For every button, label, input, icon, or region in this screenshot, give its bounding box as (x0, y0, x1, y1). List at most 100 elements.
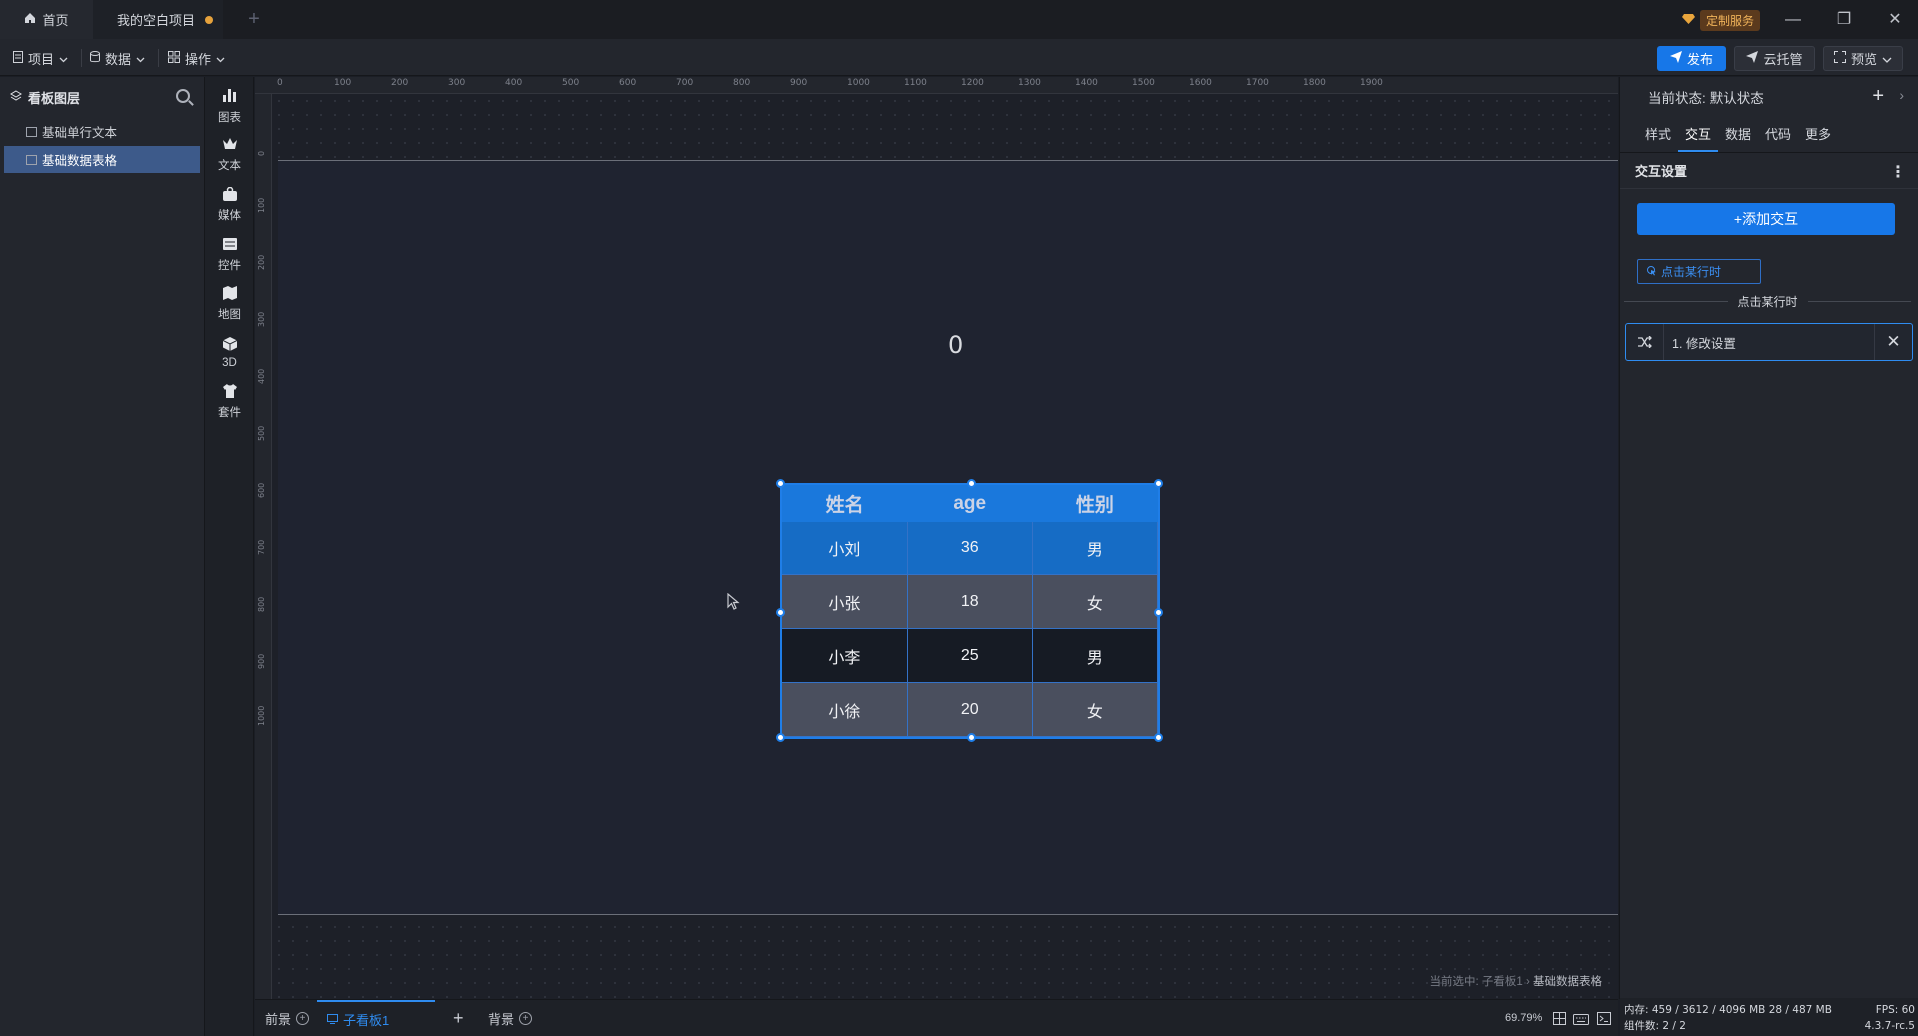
resize-handle-sw[interactable] (776, 733, 785, 742)
rail-item-3d[interactable]: 3D (205, 331, 254, 375)
rail-item-text[interactable]: 文本 (205, 133, 254, 177)
ruler-tick-label: 0 (257, 150, 266, 156)
ruler-tick-label: 400 (505, 78, 523, 88)
action-item[interactable]: 1. 修改设置 ✕ (1625, 323, 1913, 361)
table-row[interactable]: 小张 18 女 (782, 574, 1159, 630)
cloud-hosting-button[interactable]: 云托管 (1734, 46, 1815, 71)
rail-item-label: 地图 (218, 309, 241, 321)
new-tab-button[interactable]: + (240, 0, 268, 39)
data-table[interactable]: 姓名 age 性别 小刘 36 男 小张 18 女 小李 25 男 小徐 20 … (776, 479, 1163, 742)
tab-sub-board[interactable]: 子看板1 (317, 1000, 435, 1036)
component-count: 组件数: 2 / 2 (1624, 1020, 1686, 1032)
publish-button[interactable]: 发布 (1657, 46, 1726, 71)
table-row[interactable]: 小李 25 男 (782, 628, 1159, 684)
resize-handle-ne[interactable] (1154, 479, 1163, 488)
minimize-button[interactable]: — (1782, 9, 1804, 31)
state-label: 当前状态: (1648, 91, 1706, 106)
component-rail: 图表 文本 媒体 控件 地图 3D 套件 (205, 77, 254, 1036)
ruler-tick-label: 800 (257, 596, 266, 612)
ruler-tick-label: 1700 (1246, 78, 1269, 88)
chevron-down-icon[interactable] (1882, 51, 1892, 66)
table-row[interactable]: 小徐 20 女 (782, 682, 1159, 737)
tab-project[interactable]: 我的空白项目 (93, 0, 223, 39)
tab-interaction[interactable]: 交互 (1678, 117, 1718, 152)
table-cell: 男 (1032, 628, 1159, 684)
rail-item-chart[interactable]: 图表 (205, 84, 254, 128)
resize-handle-w[interactable] (776, 608, 785, 617)
preview-button[interactable]: 预览 (1823, 46, 1903, 71)
restore-button[interactable]: ❐ (1833, 9, 1855, 31)
more-options-icon[interactable]: ⋮ (1890, 162, 1906, 182)
menu-divider (158, 49, 160, 67)
resize-handle-e[interactable] (1154, 608, 1163, 617)
menu-data-label: 数据 (105, 51, 132, 67)
resize-handle-s[interactable] (967, 733, 976, 742)
table-row[interactable]: 小刘 36 男 (782, 522, 1159, 576)
zoom-level[interactable]: 69.79% (1505, 1012, 1542, 1024)
keyboard-icon[interactable] (1573, 1013, 1589, 1028)
rail-item-media[interactable]: 媒体 (205, 183, 254, 227)
trigger-chip[interactable]: 点击某行时 (1637, 259, 1761, 284)
tab-foreground[interactable]: 前景 + (265, 1000, 310, 1036)
layer-item-data-table[interactable]: 基础数据表格 (4, 146, 200, 173)
ruler-tick-label: 100 (334, 78, 352, 88)
ruler-tick-label: 1400 (1075, 78, 1098, 88)
menu-data[interactable]: 数据 (90, 47, 160, 69)
rail-item-kit[interactable]: 套件 (205, 380, 254, 424)
board-surface[interactable]: 0 姓名 age 性别 小刘 36 男 小张 18 女 小李 25 男 小徐 2… (278, 160, 1618, 915)
layers-panel: 看板图层 基础单行文本 基础数据表格 (0, 77, 205, 1036)
tab-background-label: 背景 (488, 1012, 515, 1027)
ruler-tick-label: 1900 (1360, 78, 1383, 88)
selection-target[interactable]: 基础数据表格 (1533, 976, 1602, 988)
shuffle-icon (1626, 324, 1664, 360)
rail-item-label: 3D (222, 357, 237, 369)
property-tabs: 样式 交互 数据 代码 更多 (1620, 117, 1918, 153)
ruler-tick-label: 700 (676, 78, 694, 88)
state-value[interactable]: 默认状态 (1710, 87, 1764, 107)
custom-service-button[interactable]: 定制服务 (1682, 9, 1761, 31)
resize-handle-n[interactable] (967, 479, 976, 488)
layers-icon (10, 89, 22, 105)
ruler-tick-label: 1300 (1018, 78, 1041, 88)
terminal-icon[interactable] (1597, 1012, 1611, 1028)
close-icon[interactable]: ✕ (1874, 324, 1912, 360)
publish-label: 发布 (1686, 52, 1713, 67)
table-layer-icon (26, 154, 37, 165)
add-board-button[interactable]: + (453, 1000, 464, 1036)
chevron-right-icon[interactable]: › (1899, 87, 1904, 103)
tab-home[interactable]: 首页 (0, 0, 93, 39)
rail-item-control[interactable]: 控件 (205, 233, 254, 277)
state-row: 当前状态: 默认状态 + › (1620, 77, 1918, 117)
add-background-icon[interactable]: + (519, 1012, 533, 1025)
ruler-tick-label: 400 (257, 368, 266, 384)
close-window-button[interactable]: ✕ (1884, 9, 1906, 31)
canvas-area[interactable]: 0 100 200 300 400 500 600 700 800 900 1000 1100 1200… (255, 77, 1618, 999)
layer-item-single-text[interactable]: 基础单行文本 (4, 118, 200, 145)
table-header-cell: age (907, 485, 1033, 522)
ruler-tick-label: 800 (733, 78, 751, 88)
add-foreground-icon[interactable]: + (296, 1012, 310, 1025)
tab-background[interactable]: 背景 + (488, 1000, 533, 1036)
top-ruler[interactable]: 0 100 200 300 400 500 600 700 800 900 1000 1100 1200… (255, 77, 1618, 94)
resize-handle-se[interactable] (1154, 733, 1163, 742)
tab-more[interactable]: 更多 (1798, 117, 1838, 152)
rail-item-map[interactable]: 地图 (205, 282, 254, 326)
search-icon[interactable] (176, 89, 190, 103)
menu-project[interactable]: 项目 (13, 47, 83, 69)
single-line-text[interactable]: 0 (948, 331, 963, 359)
ruler-tick-label: 500 (562, 78, 580, 88)
add-interaction-button[interactable]: +添加交互 (1637, 203, 1895, 235)
resize-handle-nw[interactable] (776, 479, 785, 488)
board-tabs-bar: 前景 + 子看板1 + 背景 + 69.79% (255, 999, 1618, 1036)
fit-screen-icon[interactable] (1553, 1012, 1566, 1028)
section-title-label: 交互设置 (1635, 164, 1688, 179)
menu-operation[interactable]: 操作 (168, 47, 225, 69)
rail-item-label: 控件 (218, 260, 241, 272)
selection-info: 当前选中: 子看板1 › 基础数据表格 (1429, 973, 1602, 989)
add-state-button[interactable]: + (1872, 85, 1884, 108)
tab-code[interactable]: 代码 (1758, 117, 1798, 152)
left-ruler[interactable]: 0 100 200 300 400 500 600 700 800 900 1000 (255, 94, 272, 999)
database-icon (90, 50, 100, 66)
tab-data[interactable]: 数据 (1718, 117, 1758, 152)
tab-style[interactable]: 样式 (1638, 117, 1678, 152)
